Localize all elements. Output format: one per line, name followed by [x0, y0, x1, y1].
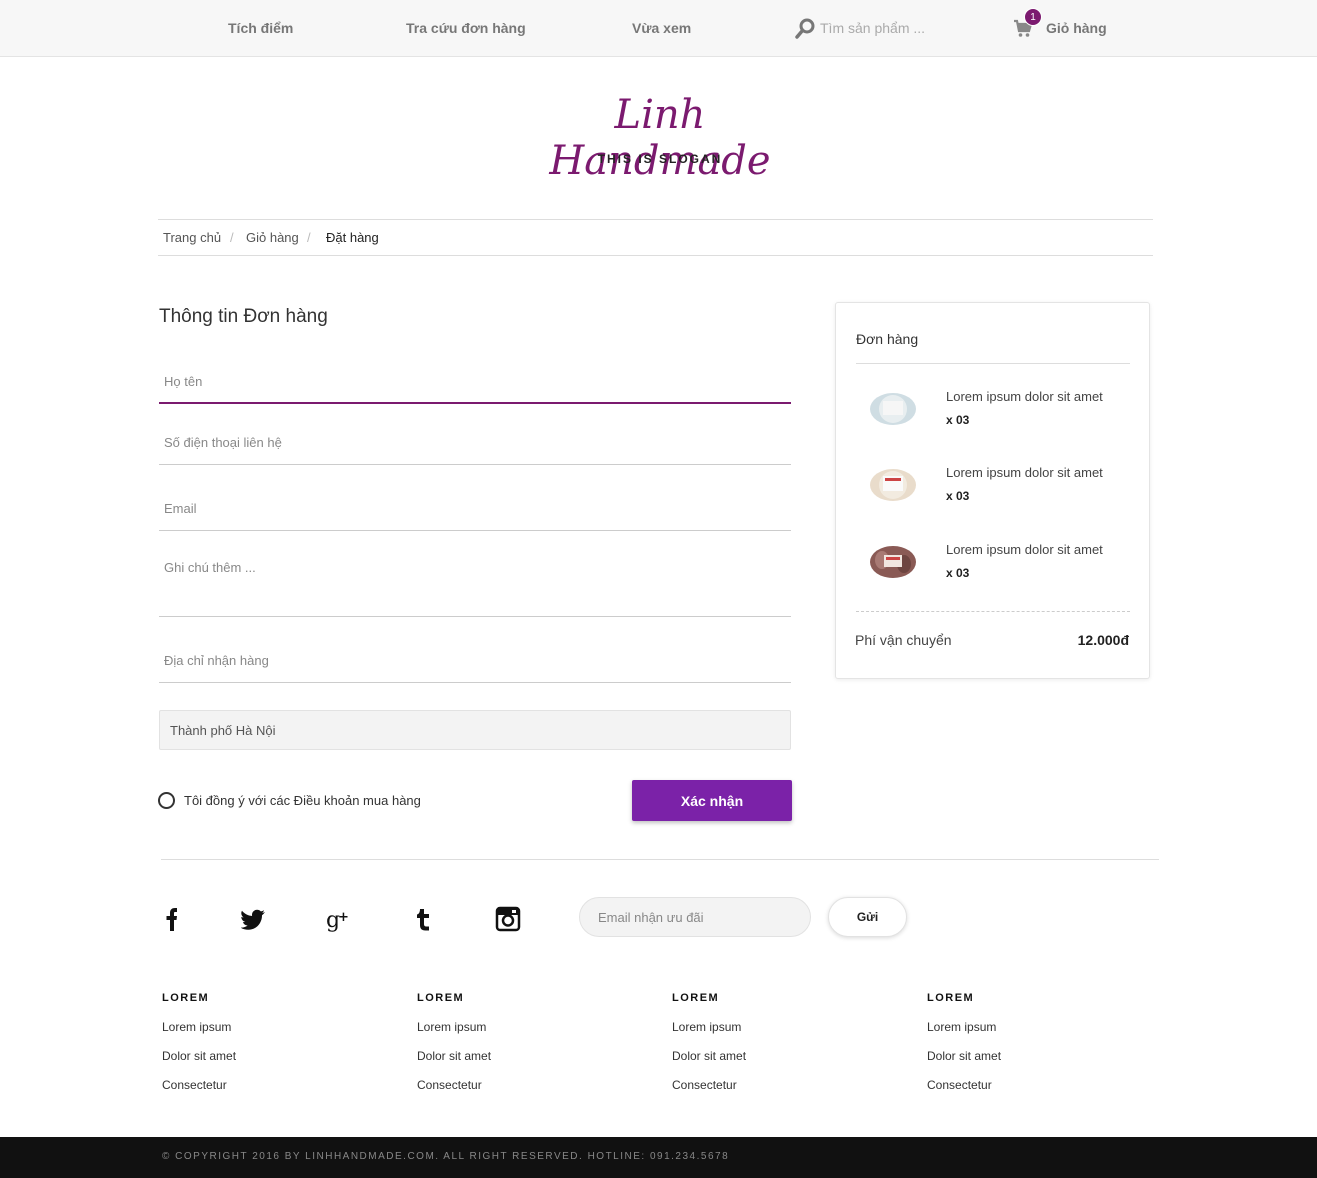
nav-item-order-lookup[interactable]: Tra cứu đơn hàng: [406, 20, 526, 36]
footer-link[interactable]: Consectetur: [162, 1078, 382, 1107]
footer-link[interactable]: Consectetur: [672, 1078, 892, 1107]
address-field[interactable]: [159, 638, 791, 683]
footer-link[interactable]: Lorem ipsum: [672, 1020, 892, 1049]
divider: [856, 363, 1130, 364]
tumblr-icon[interactable]: [412, 906, 438, 932]
yarn-thumbnail[interactable]: [868, 465, 918, 505]
footer-column: LOREM Lorem ipsum Dolor sit amet Consect…: [672, 992, 892, 1107]
footer-column-title: LOREM: [417, 992, 465, 1004]
divider: [856, 611, 1130, 612]
instagram-icon[interactable]: [495, 906, 521, 932]
search-icon[interactable]: [795, 18, 815, 40]
footer-link[interactable]: Consectetur: [417, 1078, 637, 1107]
order-item: Lorem ipsum dolor sit amet x 03: [856, 389, 1130, 449]
footer-divider: [161, 859, 1159, 860]
item-qty: x 03: [946, 413, 970, 427]
footer-link[interactable]: Lorem ipsum: [927, 1020, 1147, 1049]
footer-column: LOREM Lorem ipsum Dolor sit amet Consect…: [927, 992, 1147, 1107]
footer-link[interactable]: Dolor sit amet: [162, 1049, 382, 1078]
footer-link[interactable]: Consectetur: [927, 1078, 1147, 1107]
submit-button[interactable]: Xác nhận: [632, 780, 792, 821]
logo-text: Linh Handmade: [549, 92, 771, 184]
name-field[interactable]: [159, 360, 791, 404]
item-name[interactable]: Lorem ipsum dolor sit amet: [946, 389, 1103, 404]
nav-item-points[interactable]: Tích điểm: [228, 20, 293, 36]
yarn-thumbnail[interactable]: [868, 389, 918, 429]
search-input[interactable]: [820, 16, 970, 40]
breadcrumb: Trang chủ / Giỏ hàng / Đặt hàng: [158, 219, 1153, 256]
yarn-thumbnail[interactable]: [868, 542, 918, 582]
slogan: THIS IS SLOGAN: [597, 152, 723, 166]
footer-column: LOREM Lorem ipsum Dolor sit amet Consect…: [162, 992, 382, 1107]
copyright-bar: © COPYRIGHT 2016 BY LINHHANDMADE.COM. AL…: [0, 1137, 1317, 1178]
breadcrumb-current: Đặt hàng: [326, 230, 379, 245]
footer-column-title: LOREM: [162, 992, 210, 1004]
footer-link[interactable]: Dolor sit amet: [417, 1049, 637, 1078]
twitter-icon[interactable]: [240, 906, 267, 932]
item-qty: x 03: [946, 566, 970, 580]
breadcrumb-home[interactable]: Trang chủ: [163, 230, 221, 245]
item-name[interactable]: Lorem ipsum dolor sit amet: [946, 465, 1103, 480]
agree-terms-label[interactable]: Tôi đồng ý với các Điều khoản mua hàng: [184, 793, 421, 808]
breadcrumb-cart[interactable]: Giỏ hàng: [246, 230, 299, 245]
newsletter-email-input[interactable]: [579, 897, 811, 937]
form-title: Thông tin Đơn hàng: [159, 306, 328, 327]
item-name[interactable]: Lorem ipsum dolor sit amet: [946, 542, 1103, 557]
agree-terms-radio[interactable]: [158, 792, 175, 809]
order-summary-panel: Đơn hàng Lorem ipsum dolor sit amet x 03…: [835, 302, 1150, 679]
footer-link[interactable]: Dolor sit amet: [672, 1049, 892, 1078]
footer-link[interactable]: Lorem ipsum: [417, 1020, 637, 1049]
order-item: Lorem ipsum dolor sit amet x 03: [856, 465, 1130, 525]
order-item: Lorem ipsum dolor sit amet x 03: [856, 542, 1130, 602]
note-field[interactable]: [159, 548, 791, 617]
order-title: Đơn hàng: [856, 331, 919, 347]
svg-text:+: +: [338, 910, 349, 925]
footer-link[interactable]: Dolor sit amet: [927, 1049, 1147, 1078]
footer-column: LOREM Lorem ipsum Dolor sit amet Consect…: [417, 992, 637, 1107]
footer-column-title: LOREM: [672, 992, 720, 1004]
google-plus-icon[interactable]: g +: [326, 906, 352, 933]
shipping-value: 12.000đ: [1077, 632, 1129, 648]
copyright-text: © COPYRIGHT 2016 BY LINHHANDMADE.COM. AL…: [162, 1151, 730, 1162]
nav-item-recently-viewed[interactable]: Vừa xem: [632, 20, 691, 36]
shipping-label: Phí vận chuyển: [855, 632, 952, 648]
email-field[interactable]: [159, 486, 791, 531]
breadcrumb-separator: /: [307, 230, 311, 245]
facebook-icon[interactable]: [160, 906, 186, 932]
item-qty: x 03: [946, 489, 970, 503]
phone-field[interactable]: [159, 420, 791, 465]
cart-link[interactable]: Giỏ hàng: [1046, 20, 1107, 36]
city-select[interactable]: Thành phố Hà Nội: [159, 710, 791, 750]
newsletter-submit-button[interactable]: Gửi: [828, 897, 907, 937]
cart-count-badge: 1: [1024, 8, 1042, 26]
top-nav: Tích điểm Tra cứu đơn hàng Vừa xem 1 Giỏ…: [0, 0, 1317, 57]
footer-column-title: LOREM: [927, 992, 975, 1004]
breadcrumb-separator: /: [230, 230, 234, 245]
footer-link[interactable]: Lorem ipsum: [162, 1020, 382, 1049]
logo[interactable]: Linh Handmade: [500, 92, 820, 184]
